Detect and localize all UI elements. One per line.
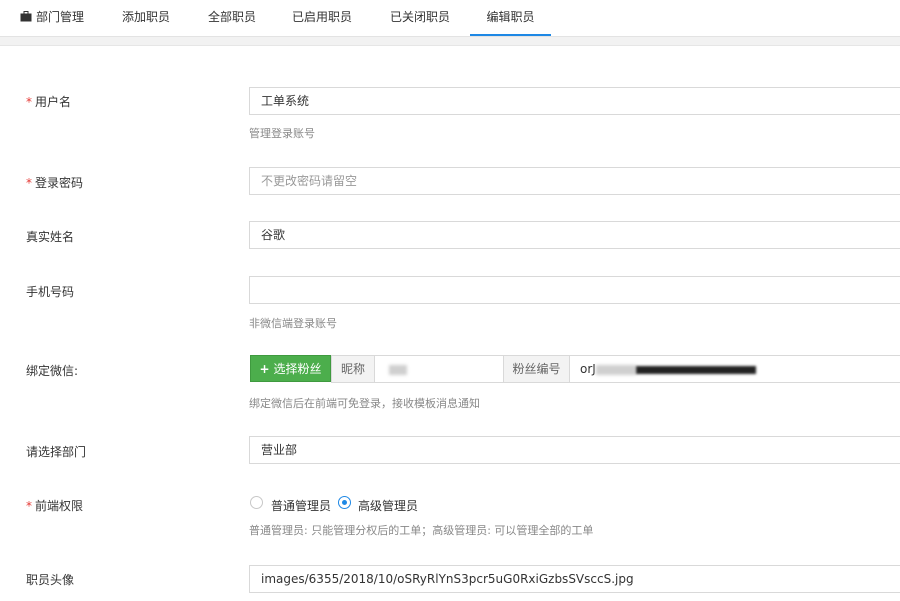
redacted-fan-id [635, 365, 756, 374]
tab-label: 部门管理 [36, 10, 85, 24]
username-label: * 用户名 [26, 95, 72, 109]
tab-separator [0, 37, 900, 45]
blurred-nickname [389, 364, 407, 375]
password-input[interactable]: 不更改密码请留空 [249, 167, 900, 195]
mobile-label: 手机号码 [26, 285, 75, 299]
department-label: 请选择部门 [26, 445, 87, 459]
tab-disabled-staff[interactable]: 已关闭职员 [390, 0, 450, 36]
tab-edit-staff[interactable]: 编辑职员 [470, 0, 551, 36]
tab-label: 已关闭职员 [390, 10, 451, 24]
realname-input[interactable]: 谷歌 [249, 221, 900, 249]
tab-bar: 部门管理 添加职员 全部职员 已启用职员 已关闭职员 编辑职员 [0, 0, 900, 37]
select-fans-button[interactable]: + 选择粉丝 [250, 355, 331, 382]
tab-department-management[interactable]: 部门管理 [20, 0, 84, 36]
blurred-fan-id [595, 364, 636, 375]
tab-label: 编辑职员 [486, 10, 535, 24]
tab-label: 全部职员 [208, 10, 257, 24]
wechat-help: 绑定微信后在前端可免登录，接收模板消息通知 [249, 397, 480, 410]
nickname-addon: 昵称 [331, 355, 375, 383]
radio-senior-admin[interactable] [338, 496, 351, 509]
avatar-label: 职员头像 [26, 573, 75, 587]
permission-label: * 前端权限 [26, 499, 84, 513]
radio-senior-admin-label[interactable]: 高级管理员 [358, 497, 418, 514]
tab-label: 添加职员 [122, 10, 171, 24]
tab-enabled-staff[interactable]: 已启用职员 [292, 0, 352, 36]
realname-label: 真实姓名 [26, 230, 75, 244]
department-select[interactable]: 营业部 [249, 436, 900, 464]
password-label: * 登录密码 [26, 176, 84, 190]
username-input[interactable]: 工单系统 [249, 87, 900, 115]
tab-label: 已启用职员 [292, 10, 353, 24]
radio-normal-admin-label[interactable]: 普通管理员 [271, 497, 331, 514]
avatar-path-input[interactable]: images/6355/2018/10/oSRyRlYnS3pcr5uG0Rxi… [249, 565, 900, 593]
plus-icon: + [259, 362, 270, 376]
mobile-input[interactable] [249, 276, 900, 304]
username-help: 管理登录账号 [249, 127, 315, 140]
permission-help: 普通管理员: 只能管理分权后的工单；高级管理员: 可以管理全部的工单 [249, 524, 594, 537]
tab-add-staff[interactable]: 添加职员 [122, 0, 170, 36]
radio-normal-admin[interactable] [250, 496, 263, 509]
form-panel [0, 45, 900, 601]
tab-all-staff[interactable]: 全部职员 [208, 0, 256, 36]
fan-id-addon: 粉丝编号 [503, 355, 570, 383]
fan-id-input[interactable]: orJ [569, 355, 900, 383]
nickname-input[interactable] [374, 355, 504, 383]
wechat-label: 绑定微信: [26, 364, 79, 378]
mobile-help: 非微信端登录账号 [249, 317, 337, 330]
briefcase-icon [20, 1, 32, 35]
